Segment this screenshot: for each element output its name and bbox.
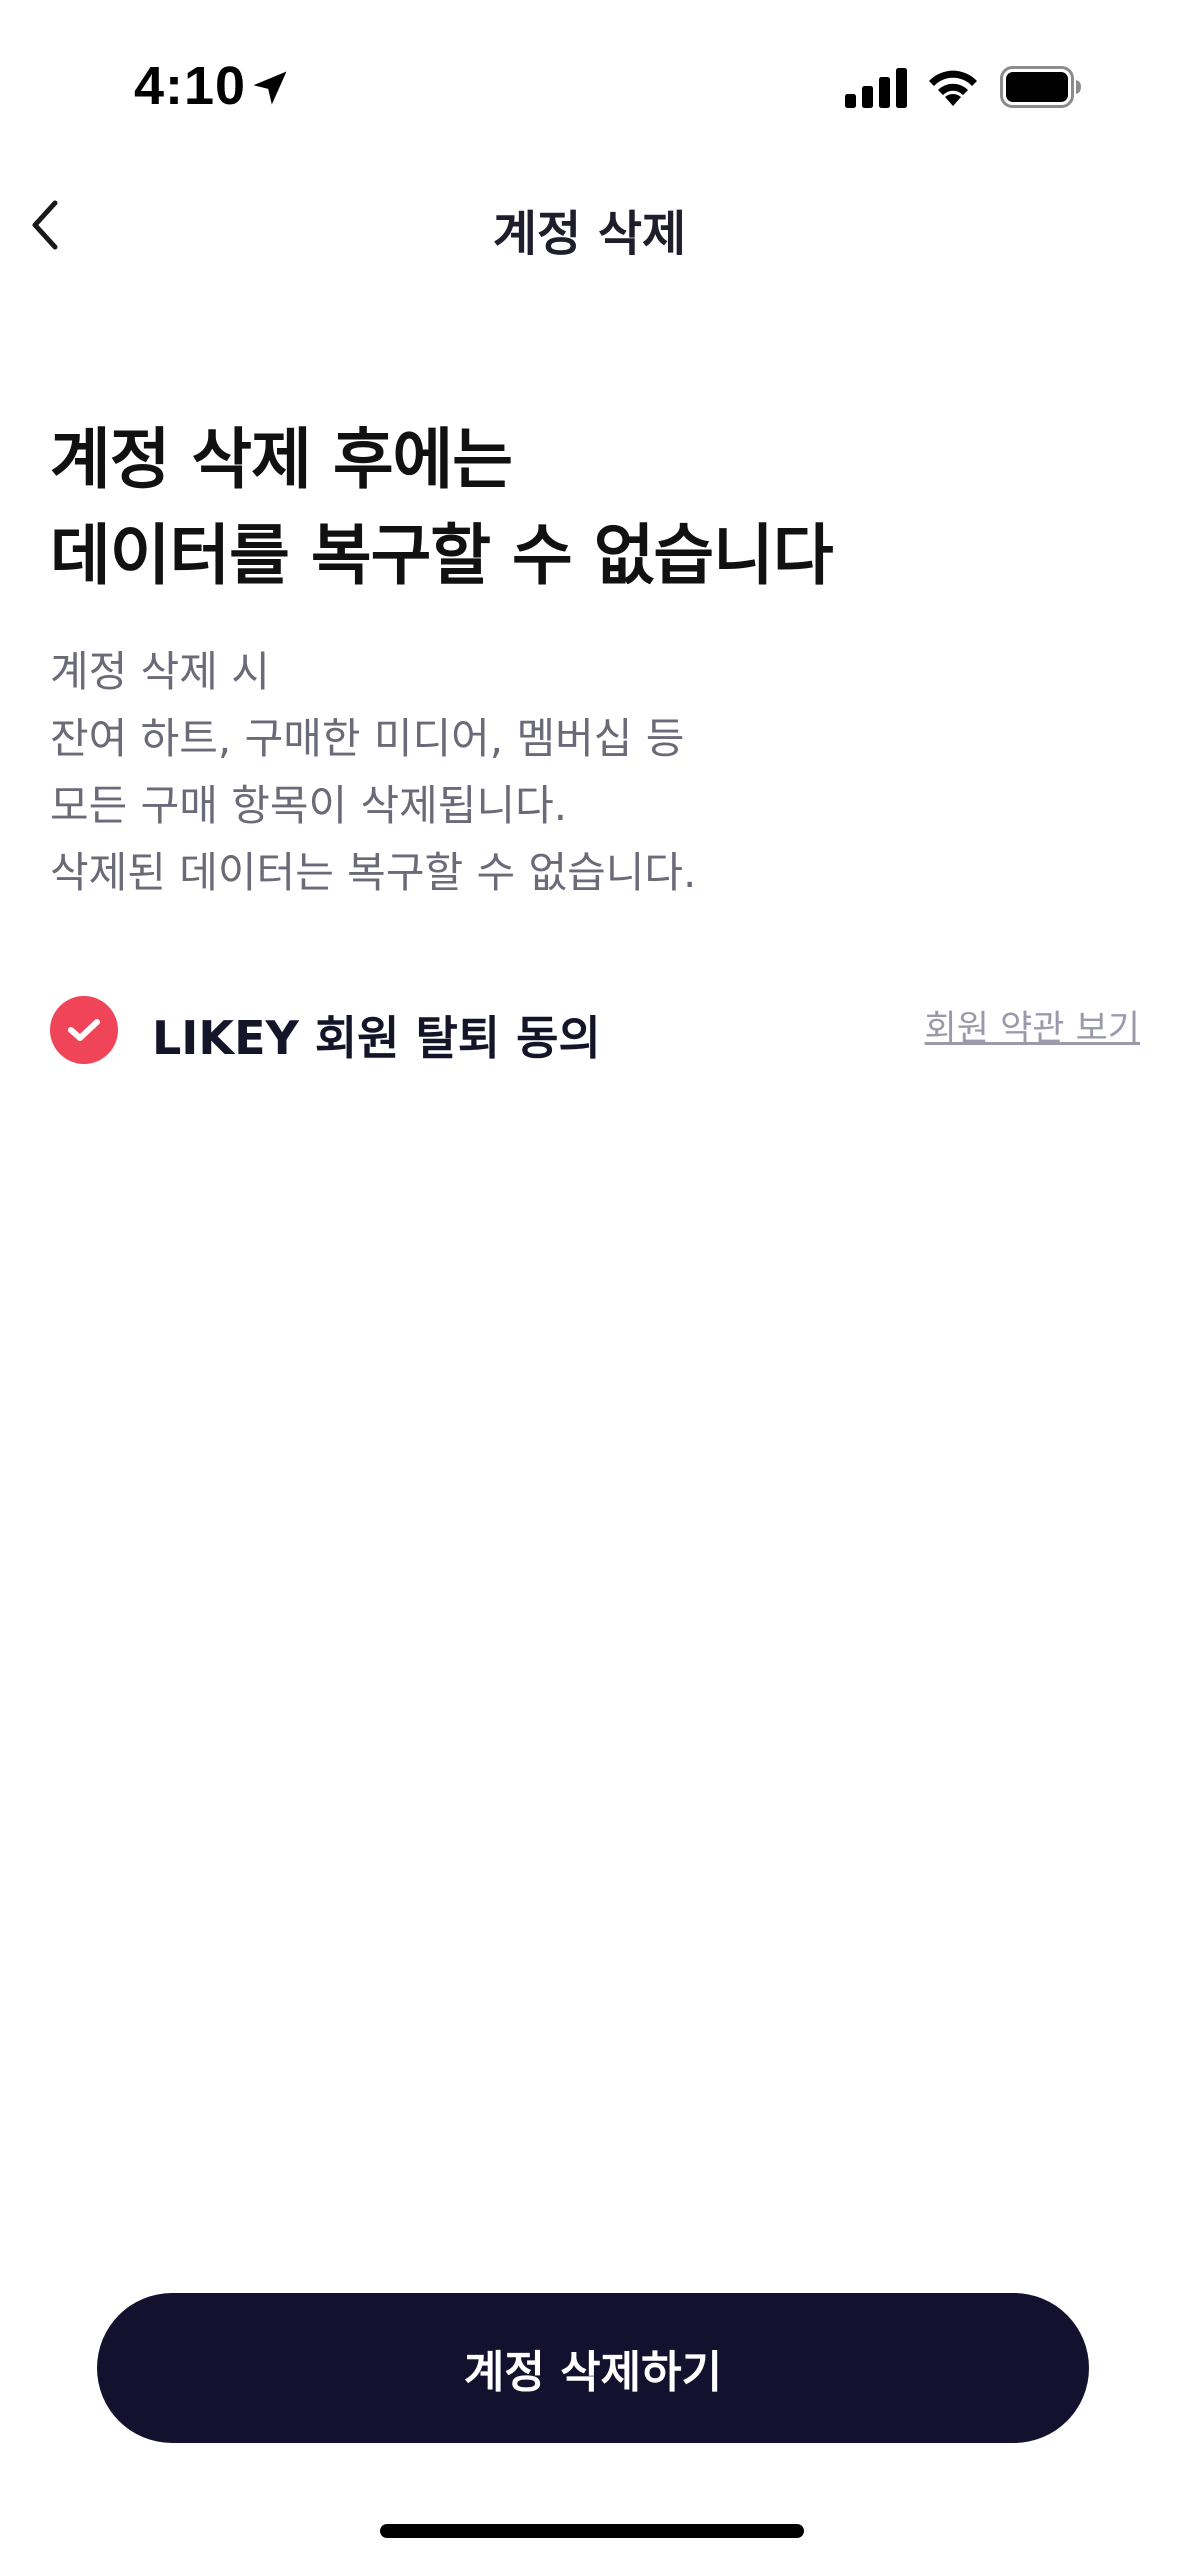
page-title: 계정 삭제 xyxy=(492,206,687,262)
description-line: 잔여 하트, 구매한 미디어, 멤버십 등 xyxy=(50,714,685,763)
warning-headline: 계정 삭제 후에는 데이터를 복구할 수 없습니다 xyxy=(50,412,1130,604)
headline-line-1: 계정 삭제 후에는 xyxy=(50,421,513,498)
description-line: 삭제된 데이터는 복구할 수 없습니다. xyxy=(50,848,697,897)
description-line: 계정 삭제 시 xyxy=(50,647,270,696)
delete-account-button[interactable]: 계정 삭제하기 xyxy=(97,2293,1089,2443)
status-time: 4:10 xyxy=(134,56,247,116)
headline-line-2: 데이터를 복구할 수 없습니다 xyxy=(50,517,834,594)
description-line: 모든 구매 항목이 삭제됩니다. xyxy=(50,781,568,830)
cellular-signal-icon xyxy=(845,68,907,108)
agreement-checkbox[interactable] xyxy=(50,996,118,1064)
status-bar: 4:10 xyxy=(0,0,1179,170)
wifi-icon xyxy=(929,70,977,106)
navigation-bar: 계정 삭제 xyxy=(0,170,1179,280)
checkmark-icon xyxy=(68,1019,100,1041)
withdrawal-agreement-row: LIKEY 회원 탈퇴 동의 회원 약관 보기 xyxy=(50,990,1140,1070)
battery-icon xyxy=(1000,66,1081,108)
delete-account-button-label: 계정 삭제하기 xyxy=(463,2347,723,2398)
deletion-description: 계정 삭제 시 잔여 하트, 구매한 미디어, 멤버십 등 모든 구매 항목이 … xyxy=(50,638,1130,906)
view-terms-link[interactable]: 회원 약관 보기 xyxy=(925,1000,1140,1051)
agreement-label[interactable]: LIKEY 회원 탈퇴 동의 xyxy=(152,1002,601,1068)
location-arrow-icon xyxy=(253,71,287,105)
home-indicator xyxy=(380,2524,804,2538)
